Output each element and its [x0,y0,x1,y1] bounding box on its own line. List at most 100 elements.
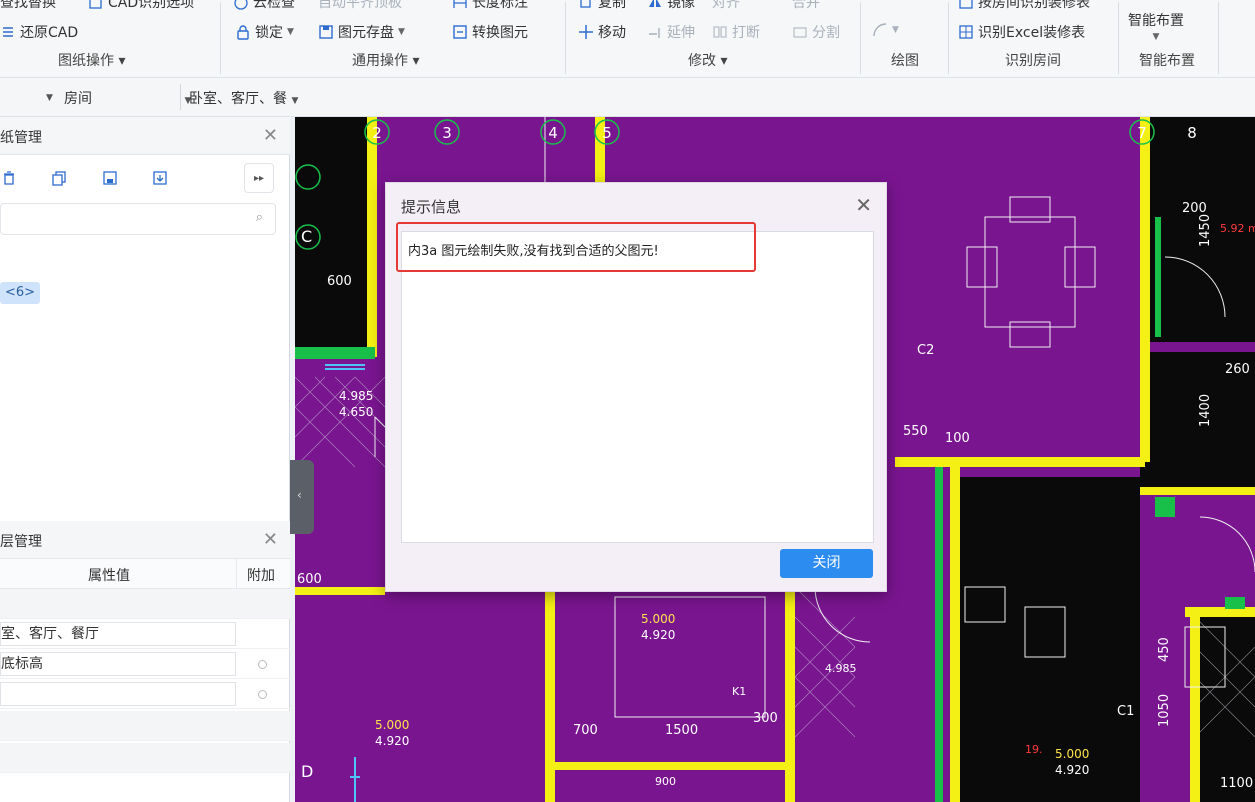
prop-row[interactable]: 底标高 [0,649,290,679]
save-element-icon [318,24,334,40]
cad-axis-label: 8 [1187,124,1197,142]
break-button[interactable]: 打断 [712,22,760,42]
cad-axis-label: 5 [602,124,612,142]
ribbon-separator [565,2,566,74]
cad-options-icon [88,0,104,10]
prop-group-row [0,589,290,619]
align-button[interactable]: 对齐 [712,0,740,12]
chevron-down-icon: ▼ [291,96,299,106]
dialog-close-button[interactable]: 关闭 [780,549,873,578]
merge-button[interactable]: 合并 [792,0,820,12]
prop-value-cell[interactable]: 室、客厅、餐厅 [0,622,236,646]
svg-text:19.: 19. [1025,743,1043,756]
copy-button[interactable]: 复制 [578,0,626,12]
find-replace-label: 查找替换 [0,0,56,11]
info-dialog: 提示信息 ✕ 内3a 图元绘制失败,没有找到合适的父图元! 关闭 [385,182,887,592]
radio-icon[interactable] [258,660,267,669]
cloud-check-button[interactable]: 云检查 [233,0,295,12]
length-dim-button[interactable]: 长度标注 [452,0,528,12]
close-icon[interactable]: ✕ [855,193,872,217]
auto-level-label: 自动平齐顶板 [318,0,402,11]
cad-elev: 5.000 [1055,747,1089,761]
filter-dropdown-1[interactable]: ▼ [46,88,53,104]
cad-axis-label: 7 [1137,124,1147,142]
cad-elev: 4.920 [641,628,675,642]
cad-dim: 600 [297,572,322,587]
convert-element-label: 转换图元 [472,25,528,41]
filter-dropdown-room-type[interactable]: 卧室、客厅、餐 ▼ [189,88,298,108]
dialog-message: 内3a 图元绘制失败,没有找到合适的父图元! [408,244,659,259]
cad-dim: 1400 [1198,394,1213,427]
group-modify[interactable]: 修改 ▾ [688,50,727,70]
by-room-label: 按房间识别装修表 [978,0,1090,11]
auto-level-button[interactable]: 自动平齐顶板 [318,0,402,12]
find-replace-button[interactable]: 查找替换 [0,0,56,12]
ribbon-separator [1118,2,1119,74]
excel-deco-button[interactable]: 识别Excel装修表 [958,22,1085,42]
copy-drawing-icon[interactable] [44,163,74,193]
move-button[interactable]: 移动 [578,22,626,42]
prop-group-row [0,711,290,741]
extend-button[interactable]: 延伸 [647,22,695,42]
convert-element-button[interactable]: 转换图元 [452,22,528,42]
save-element-dropdown-icon: ▼ [398,27,405,37]
cad-label-c: C [301,227,312,246]
close-icon[interactable]: ✕ [263,529,278,550]
lock-button[interactable]: 锁定 ▼ [235,22,294,42]
close-icon[interactable]: ✕ [263,125,278,146]
convert-element-icon [452,24,468,40]
prop-value-cell[interactable]: 底标高 [0,652,236,676]
import-drawing-icon[interactable] [95,163,125,193]
mirror-button[interactable]: 镜像 [647,0,695,12]
smart-layout-dropdown-icon: ▼ [1152,32,1160,42]
prop-row[interactable]: 室、客厅、餐厅 [0,619,290,649]
filter-dropdown-room[interactable]: 房间 ▼ [64,88,191,108]
break-label: 打断 [732,25,760,41]
drawing-mgmt-header: 纸管理 ✕ [0,117,290,155]
smart-layout-button[interactable]: 智能布置 ▼ [1128,10,1184,42]
drawing-chip[interactable]: <6> [0,282,41,304]
ribbon-separator [860,2,861,74]
export-drawing-icon[interactable] [145,163,175,193]
prop-table-header: 属性值 附加 [0,559,290,589]
group-common-ops[interactable]: 通用操作 ▾ [352,50,419,70]
extend-label: 延伸 [667,25,695,41]
extend-icon [647,24,663,40]
cad-options-button[interactable]: CAD识别选项 [88,0,194,12]
cad-dim: 550 [903,424,928,439]
group-drawing-ops[interactable]: 图纸操作 ▾ [58,50,125,70]
cad-dim: 200 [1182,201,1207,216]
radio-icon[interactable] [258,690,267,699]
dialog-message-box: 内3a 图元绘制失败,没有找到合适的父图元! [396,222,874,543]
search-input[interactable]: ⌕ [0,203,276,235]
cad-dim: 900 [655,775,676,788]
cad-dim: 1100 [1220,776,1253,791]
cad-axis-label: 2 [372,124,382,142]
drawing-mgmt-title: 纸管理 [0,130,42,146]
delete-icon[interactable] [0,163,24,193]
restore-cad-button[interactable]: 还原CAD [0,22,78,42]
split-button[interactable]: 分割 [792,22,840,42]
cad-elev: 5.000 [641,612,675,626]
lock-dropdown-icon: ▼ [287,27,294,37]
save-element-button[interactable]: 图元存盘 ▼ [318,22,405,42]
layer-mgmt-title: 层管理 [0,534,42,550]
ribbon-separator [948,2,949,74]
cad-elev: 4.920 [1055,763,1089,777]
arc-draw-button[interactable]: ▼ [872,22,899,38]
cloud-check-icon [233,0,249,10]
group-draw: 绘图 [891,53,919,69]
prop-row[interactable] [0,679,290,709]
by-room-button[interactable]: 按房间识别装修表 [958,0,1090,12]
cad-dim: 600 [327,274,352,289]
split-label: 分割 [812,25,840,41]
more-icon[interactable]: ▸▸ [244,163,274,193]
by-room-icon [958,0,974,10]
layer-mgmt-header: 层管理 ✕ [0,521,290,559]
collapse-panel-tab[interactable]: ‹ [290,460,314,534]
cad-elev: 4.920 [375,734,409,748]
left-panel: 纸管理 ✕ ▸▸ ⌕ <6> 层管理 ✕ 属性值 附加 室、客厅、餐厅 底标高 [0,117,290,802]
lock-icon [235,24,251,40]
prop-value-cell[interactable] [0,682,236,706]
cad-dim: 450 [1157,637,1172,662]
